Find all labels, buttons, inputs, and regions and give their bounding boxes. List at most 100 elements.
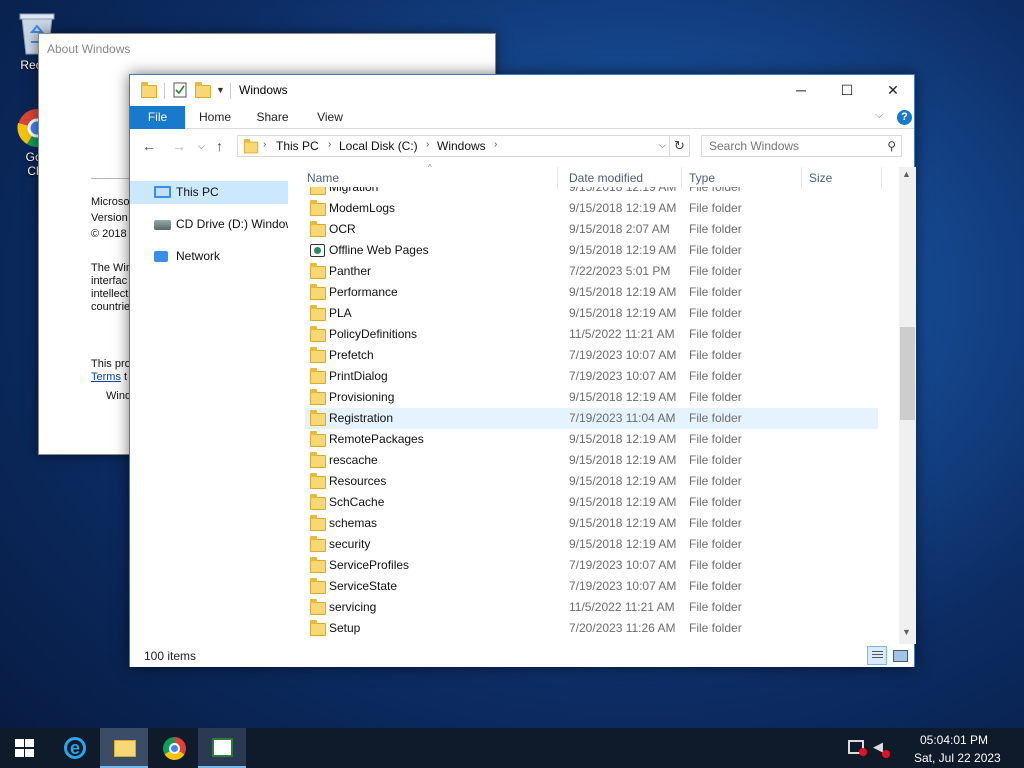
file-row[interactable]: Migration 9/15/2018 12:19 AM File folder — [305, 187, 878, 198]
file-row[interactable]: Panther 7/22/2023 5:01 PM File folder — [305, 261, 878, 282]
search-input[interactable] — [702, 136, 877, 156]
large-icons-view-button[interactable] — [891, 647, 909, 664]
address-bar[interactable]: › This PC › Local Disk (C:) › Windows › … — [237, 135, 670, 157]
breadcrumb-this-pc[interactable]: This PC — [276, 139, 319, 153]
qat-dropdown-icon[interactable]: ▼ — [216, 85, 225, 103]
file-type: File folder — [689, 187, 742, 194]
file-row[interactable]: OCR 9/15/2018 2:07 AM File folder — [305, 219, 878, 240]
file-type: File folder — [689, 348, 742, 362]
file-type: File folder — [689, 327, 742, 341]
taskbar-app[interactable] — [198, 728, 246, 768]
file-name: rescache — [329, 453, 378, 467]
network-disconnected-icon[interactable] — [848, 740, 867, 756]
clock-date[interactable]: Sat, Jul 22 2023 — [914, 751, 1001, 765]
scrollbar-thumb[interactable] — [900, 327, 915, 420]
close-button[interactable]: ✕ — [870, 75, 916, 105]
file-name: Prefetch — [329, 348, 374, 362]
file-date-modified: 7/19/2023 10:07 AM — [569, 348, 677, 362]
folder-icon — [310, 368, 326, 384]
folder-icon — [310, 410, 326, 426]
refresh-button[interactable]: ↻ — [670, 135, 690, 157]
maximize-button[interactable]: ☐ — [824, 75, 870, 105]
sidebar-item-network[interactable]: Network — [130, 245, 288, 268]
breadcrumb-windows[interactable]: Windows — [437, 139, 486, 153]
search-box[interactable]: ⚲ — [701, 135, 902, 157]
file-row[interactable]: schemas 9/15/2018 12:19 AM File folder — [305, 513, 878, 534]
file-row[interactable]: ModemLogs 9/15/2018 12:19 AM File folder — [305, 198, 878, 219]
file-row[interactable]: Performance 9/15/2018 12:19 AM File folder — [305, 282, 878, 303]
start-button[interactable] — [0, 728, 48, 768]
taskbar-chrome[interactable] — [150, 728, 198, 768]
chevron-right-icon[interactable]: › — [426, 139, 429, 150]
file-date-modified: 7/19/2023 11:04 AM — [569, 411, 676, 425]
address-dropdown-icon[interactable]: ⌵ — [659, 140, 666, 151]
scroll-up-icon[interactable]: ▲ — [902, 169, 911, 179]
column-header-type[interactable]: Type — [682, 167, 802, 189]
file-row[interactable]: servicing 11/5/2022 11:21 AM File folder — [305, 597, 878, 618]
column-headers: Name ^ Date modified Type Size — [300, 163, 895, 189]
title-bar[interactable]: ▼ Windows ─ ☐ ✕ — [130, 75, 914, 106]
chevron-right-icon[interactable]: › — [263, 139, 266, 150]
file-row[interactable]: Prefetch 7/19/2023 10:07 AM File folder — [305, 345, 878, 366]
file-row[interactable]: ServiceState 7/19/2023 10:07 AM File folde… — [305, 576, 878, 597]
volume-muted-icon[interactable]: ◀ — [873, 740, 890, 758]
folder-icon — [310, 557, 326, 573]
vertical-scrollbar[interactable]: ▲ ▼ — [899, 167, 916, 644]
sidebar-item-this-pc[interactable]: This PC — [130, 181, 288, 204]
chevron-right-icon[interactable]: › — [494, 139, 497, 150]
tab-share[interactable]: Share — [245, 106, 300, 129]
file-row[interactable]: Registration 7/19/2023 11:04 AM File folde… — [305, 408, 878, 429]
minimize-button[interactable]: ─ — [778, 75, 824, 105]
search-icon[interactable]: ⚲ — [887, 139, 896, 153]
file-row[interactable]: Offline Web Pages 9/15/2018 12:19 AM File … — [305, 240, 878, 261]
file-date-modified: 9/15/2018 12:19 AM — [569, 474, 677, 488]
properties-icon[interactable] — [173, 82, 187, 100]
recent-locations-icon[interactable]: ⌵ — [198, 141, 205, 152]
tab-view[interactable]: View — [300, 106, 360, 129]
details-view-button[interactable] — [867, 646, 887, 665]
taskbar-file-explorer[interactable] — [100, 728, 148, 768]
folder-icon — [310, 473, 326, 489]
file-date-modified: 9/15/2018 12:19 AM — [569, 453, 677, 467]
file-type: File folder — [689, 264, 742, 278]
scroll-down-icon[interactable]: ▼ — [902, 627, 911, 637]
file-name: OCR — [329, 222, 356, 236]
file-row[interactable]: RemotePackages 9/15/2018 12:19 AM File fol… — [305, 429, 878, 450]
clock-time[interactable]: 05:04:01 PM — [920, 733, 988, 747]
terms-link[interactable]: Terms — [91, 371, 121, 383]
file-row[interactable]: Setup 7/20/2023 11:26 AM File folder — [305, 618, 878, 639]
help-icon[interactable]: ? — [897, 110, 912, 125]
expand-ribbon-icon[interactable]: ⌵ — [875, 109, 883, 122]
column-header-date-modified[interactable]: Date modified — [562, 167, 682, 189]
tab-home[interactable]: Home — [185, 106, 245, 129]
file-row[interactable]: security 9/15/2018 12:19 AM File folder — [305, 534, 878, 555]
new-folder-icon[interactable] — [195, 82, 211, 100]
file-name: Registration — [329, 411, 394, 425]
file-row[interactable]: ServiceProfiles 7/19/2023 10:07 AM File fo… — [305, 555, 878, 576]
computer-icon — [154, 186, 171, 198]
folder-icon — [310, 326, 326, 342]
column-header-size[interactable]: Size — [802, 167, 882, 189]
file-row[interactable]: PLA 9/15/2018 12:19 AM File folder — [305, 303, 878, 324]
folder-icon — [310, 599, 326, 615]
taskbar-internet-explorer[interactable]: e — [50, 728, 98, 768]
file-date-modified: 11/5/2022 11:21 AM — [569, 327, 675, 341]
file-row[interactable]: PolicyDefinitions 11/5/2022 11:21 AM File … — [305, 324, 878, 345]
up-arrow-icon[interactable]: ↑ — [216, 138, 223, 154]
file-explorer-window[interactable]: ▼ Windows ─ ☐ ✕ File Home Share View ⌵ ?… — [129, 74, 916, 667]
back-arrow-icon[interactable]: ← — [142, 138, 156, 154]
file-row[interactable]: PrintDialog 7/19/2023 10:07 AM File folder — [305, 366, 878, 387]
tab-file[interactable]: File — [130, 106, 185, 129]
forward-arrow-icon[interactable]: → — [172, 138, 186, 154]
file-row[interactable]: Resources 9/15/2018 12:19 AM File folder — [305, 471, 878, 492]
file-row[interactable]: Provisioning 9/15/2018 12:19 AM File folde… — [305, 387, 878, 408]
sidebar-item-cd-drive[interactable]: CD Drive (D:) Windows — [130, 213, 288, 236]
file-row[interactable]: rescache 9/15/2018 12:19 AM File folder — [305, 450, 878, 471]
file-type: File folder — [689, 432, 742, 446]
file-date-modified: 7/19/2023 10:07 AM — [569, 558, 677, 572]
file-row[interactable]: SchCache 9/15/2018 12:19 AM File folder — [305, 492, 878, 513]
sidebar-item-label: Network — [176, 249, 221, 263]
breadcrumb-local-disk[interactable]: Local Disk (C:) — [339, 139, 418, 153]
chevron-right-icon[interactable]: › — [328, 139, 331, 150]
network-icon — [154, 251, 168, 262]
